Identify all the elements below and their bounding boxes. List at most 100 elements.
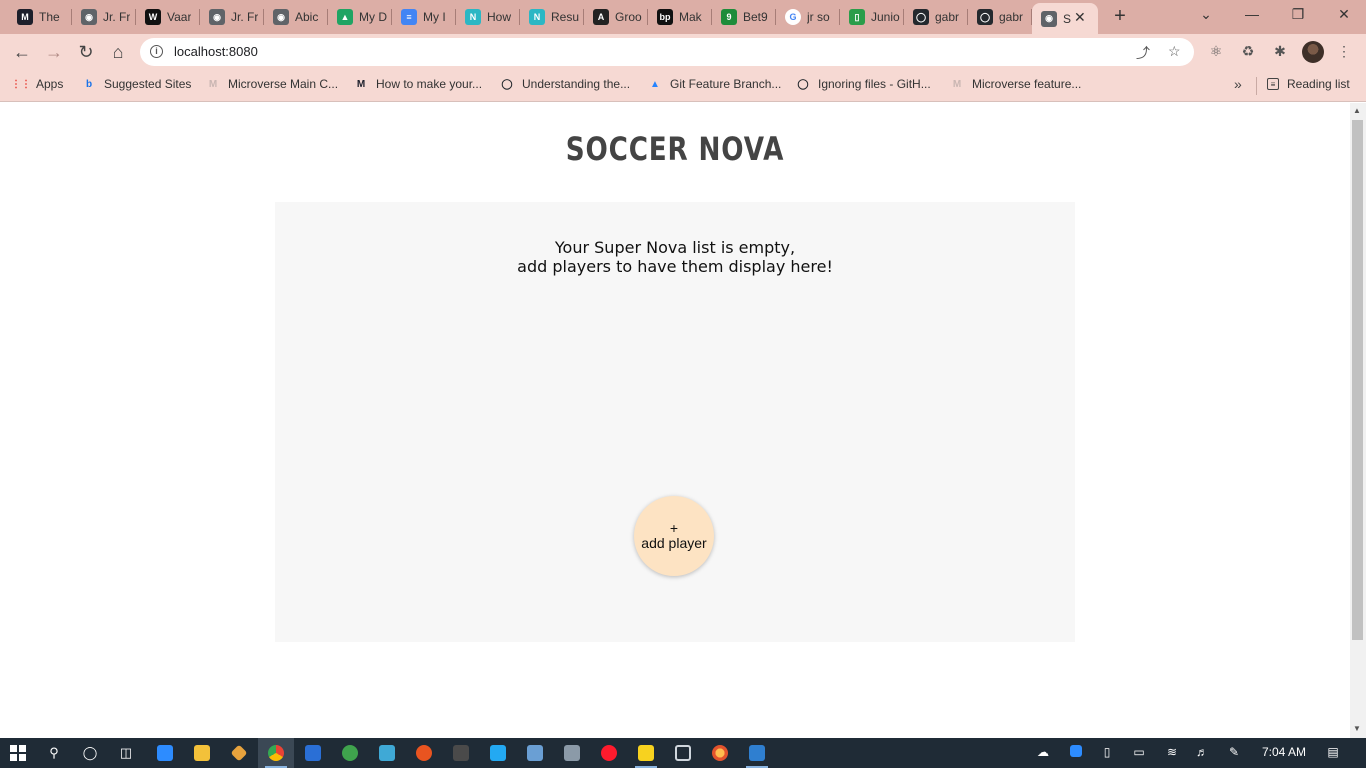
- browser-tab[interactable]: ◉ Jr. Fr: [200, 4, 262, 30]
- tab-title: Bet9: [743, 10, 768, 24]
- globe-icon: ◉: [81, 9, 97, 25]
- globe-icon: ◉: [209, 9, 225, 25]
- terminal-icon[interactable]: [451, 743, 471, 763]
- recycle-extension-icon[interactable]: ♻: [1239, 43, 1257, 60]
- bookmark-item[interactable]: ⋮⋮ Apps: [11, 77, 63, 91]
- bookmark-item[interactable]: b Suggested Sites: [82, 77, 191, 91]
- photos-icon[interactable]: [377, 743, 397, 763]
- onedrive-icon[interactable]: ☁: [1035, 745, 1051, 759]
- mail-icon[interactable]: [303, 743, 323, 763]
- usb-icon[interactable]: ▯: [1099, 745, 1115, 759]
- bookmark-star-icon[interactable]: ☆: [1168, 43, 1181, 60]
- add-player-button[interactable]: + add player: [634, 496, 714, 576]
- home-icon[interactable]: ⌂: [106, 40, 130, 64]
- google-g-icon: G: [785, 9, 801, 25]
- back-arrow-icon[interactable]: ←: [10, 40, 34, 64]
- browser-tab[interactable]: ◯ gabr: [968, 4, 1030, 30]
- calculator-icon[interactable]: [562, 743, 582, 763]
- xbox-icon[interactable]: [340, 743, 360, 763]
- bookmark-label: Microverse feature...: [972, 77, 1082, 91]
- close-tab-icon[interactable]: ✕: [1074, 9, 1086, 26]
- react-devtools-icon[interactable]: ⚛: [1207, 43, 1225, 60]
- search-icon[interactable]: ⚲: [44, 743, 64, 763]
- windows-taskbar: ⚲ ◯ ◫ ☁ ▯ ▭ ≋ ♬ ✎ 7:04 AM ▤: [0, 738, 1366, 768]
- empty-message-line-1: Your Super Nova list is empty,: [554, 238, 796, 257]
- pen-icon[interactable]: ✎: [1226, 745, 1242, 759]
- notion-n-icon: N: [465, 9, 481, 25]
- bookmark-item[interactable]: M How to make your...: [354, 77, 482, 91]
- git-tool-icon[interactable]: [229, 743, 249, 763]
- browser-tab[interactable]: bp Mak: [648, 4, 710, 30]
- ubuntu-icon[interactable]: [414, 743, 434, 763]
- github-icon: ◯: [913, 9, 929, 25]
- bookmark-item[interactable]: ◯ Ignoring files - GitH...: [796, 77, 930, 91]
- share-icon[interactable]: ⤴: [1136, 43, 1150, 63]
- wifi-icon[interactable]: ≋: [1164, 745, 1180, 759]
- scroll-down-arrow-icon[interactable]: ▼: [1353, 724, 1361, 733]
- app-title: SOCCER NOVA: [565, 130, 785, 168]
- browser-tab[interactable]: N Resu: [520, 4, 582, 30]
- chrome-icon[interactable]: [266, 743, 286, 763]
- github-icon: ◯: [501, 78, 513, 90]
- browser-tab[interactable]: ◉ S: [1032, 3, 1098, 34]
- address-bar[interactable]: i localhost:8080 ⤴ ☆: [140, 38, 1194, 66]
- visual-studio-icon[interactable]: [525, 743, 545, 763]
- restore-icon[interactable]: ❐: [1288, 6, 1308, 23]
- tab-title: Vaar: [167, 10, 192, 24]
- browser-tab[interactable]: M The: [8, 4, 70, 30]
- scroll-up-arrow-icon[interactable]: ▲: [1353, 106, 1361, 115]
- browser-tab[interactable]: N How: [456, 4, 518, 30]
- browser-tab[interactable]: Gjr so: [776, 4, 838, 30]
- site-info-icon[interactable]: i: [150, 45, 163, 58]
- profile-avatar[interactable]: [1302, 41, 1324, 63]
- firefox-icon[interactable]: [710, 743, 730, 763]
- menu-kebab-icon[interactable]: ⋮: [1335, 43, 1353, 60]
- scrollbar-thumb[interactable]: [1352, 120, 1363, 640]
- apps-grid-icon: ⋮⋮: [11, 78, 31, 90]
- bookmark-item[interactable]: ◯ Understanding the...: [500, 77, 630, 91]
- opera-icon[interactable]: [599, 743, 619, 763]
- tab-title: Jr. Fr: [103, 10, 131, 24]
- browser-tab[interactable]: A Groo: [584, 4, 646, 30]
- minimize-icon[interactable]: —: [1242, 6, 1262, 22]
- task-view-icon[interactable]: ◫: [116, 743, 136, 763]
- extensions-puzzle-icon[interactable]: ✱: [1271, 43, 1289, 60]
- zoom-tray-icon[interactable]: [1068, 745, 1084, 760]
- bookmarks-overflow-icon[interactable]: »: [1234, 76, 1242, 92]
- microverse-icon: M: [356, 78, 366, 90]
- browser-tab[interactable]: ▲ My D: [328, 4, 390, 30]
- zoom-icon[interactable]: [155, 743, 175, 763]
- volume-icon[interactable]: ♬: [1194, 745, 1210, 759]
- tab-title: gabr: [935, 10, 960, 24]
- snip-tool-icon[interactable]: [673, 743, 693, 763]
- cortana-icon[interactable]: ◯: [80, 743, 100, 763]
- tab-title: Junio: [871, 10, 900, 24]
- new-tab-button[interactable]: +: [1110, 5, 1130, 28]
- bookmark-item[interactable]: M Microverse feature...: [950, 77, 1082, 91]
- browser-tab[interactable]: ◯ gabr: [904, 4, 966, 30]
- bookmark-item[interactable]: M Microverse Main C...: [206, 77, 338, 91]
- photos-viewer-icon[interactable]: [747, 743, 767, 763]
- browser-tab[interactable]: ≡ My I: [392, 4, 454, 30]
- reading-list-label: Reading list: [1287, 77, 1350, 91]
- battery-icon[interactable]: ▭: [1131, 745, 1147, 759]
- notifications-icon[interactable]: ▤: [1325, 745, 1341, 759]
- bookmark-item[interactable]: ▲ Git Feature Branch...: [648, 77, 781, 91]
- bookmark-label: Suggested Sites: [104, 77, 192, 91]
- tab-search-icon[interactable]: ⌄: [1196, 6, 1216, 23]
- file-explorer-icon[interactable]: [192, 743, 212, 763]
- browser-tab[interactable]: ▯ Junio: [840, 4, 902, 30]
- browser-tab[interactable]: W Vaar: [136, 4, 198, 30]
- forward-arrow-icon[interactable]: →: [42, 40, 66, 64]
- vscode-icon[interactable]: [488, 743, 508, 763]
- reading-list-button[interactable]: ≡ Reading list: [1267, 77, 1350, 91]
- sticky-notes-icon[interactable]: [636, 743, 656, 763]
- atlassian-icon: ▲: [650, 78, 660, 90]
- browser-tab[interactable]: ◉ Jr. Fr: [72, 4, 134, 30]
- browser-tab[interactable]: 9 Bet9: [712, 4, 774, 30]
- reload-icon[interactable]: ↻: [74, 40, 98, 64]
- close-window-icon[interactable]: ✕: [1334, 6, 1354, 23]
- browser-tab[interactable]: ◉ Abic: [264, 4, 326, 30]
- windows-start-icon[interactable]: [8, 743, 28, 763]
- taskbar-clock[interactable]: 7:04 AM: [1262, 745, 1306, 759]
